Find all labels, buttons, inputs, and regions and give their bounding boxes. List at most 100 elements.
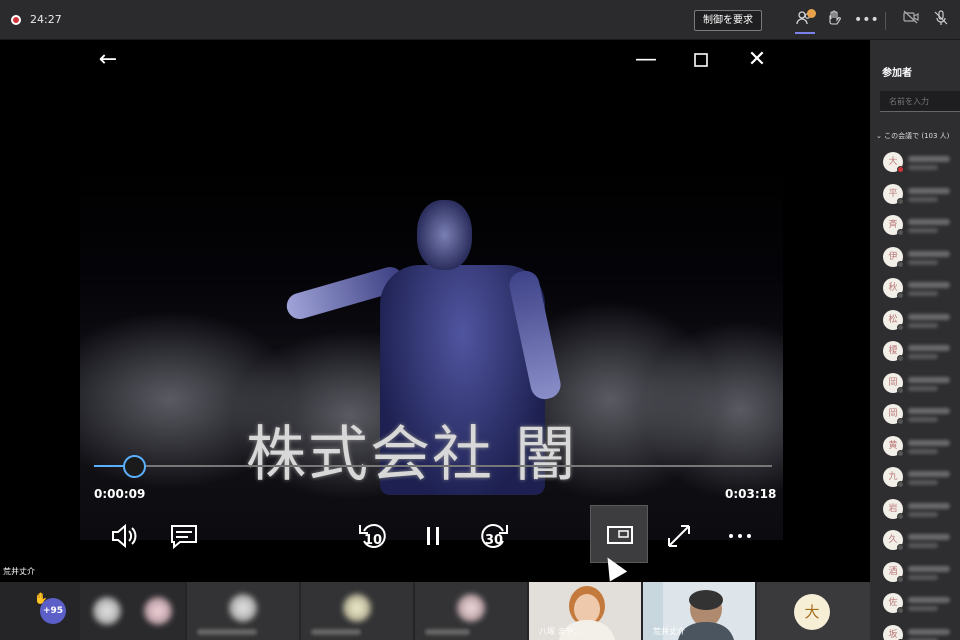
camera-off-icon[interactable] [900, 10, 922, 30]
subtitles-icon[interactable] [167, 519, 201, 553]
skip-forward-icon[interactable]: 30 [477, 519, 511, 553]
presence-status-icon [897, 323, 904, 331]
participant-list-item[interactable]: 岡 [870, 371, 960, 403]
participant-list-item[interactable]: 秋 [870, 276, 960, 308]
avatar: 坂 [883, 624, 903, 640]
presence-status-icon [897, 292, 904, 299]
video-caption: 株式会社 闇 [246, 420, 578, 490]
participant-list-item[interactable]: 酒 [870, 560, 960, 592]
volume-icon[interactable] [107, 519, 141, 553]
mic-off-icon[interactable] [930, 10, 952, 30]
meeting-participant-count[interactable]: ⌄ この会議で (103 人) [876, 131, 949, 141]
active-tab-indicator [795, 32, 815, 34]
presence-status-icon [897, 260, 904, 268]
participant-list-item[interactable]: 黄 [870, 434, 960, 466]
participant-name [908, 345, 950, 351]
presence-status-icon [897, 575, 904, 583]
presence-status-icon [897, 512, 904, 520]
presence-status-icon [897, 386, 904, 394]
participant-list-item[interactable]: 九 [870, 465, 960, 497]
meeting-top-bar: 24:27 制御を要求 ••• [0, 0, 960, 40]
presence-status-icon [897, 607, 904, 614]
more-options-icon[interactable] [723, 519, 757, 553]
close-icon[interactable]: ✕ [745, 49, 769, 71]
presenter-name: 荒井丈介 [3, 567, 35, 576]
seek-thumb[interactable] [123, 455, 146, 478]
participant-name [908, 187, 950, 194]
camera-tile[interactable]: 八塚 まや... [529, 582, 641, 640]
toolbar-divider [885, 12, 886, 30]
participant-name [197, 629, 257, 635]
presence-status-icon [897, 229, 904, 236]
presence-status-icon [897, 166, 904, 173]
mini-view-button[interactable] [590, 505, 648, 563]
participant-name [908, 250, 950, 257]
participant-role [908, 480, 938, 485]
participant-list-item[interactable]: 岩 [870, 497, 960, 529]
participant-list-item[interactable]: 久 [870, 528, 960, 560]
participant-list-item[interactable]: 坂 [870, 623, 960, 640]
presence-status-icon [897, 355, 904, 362]
participant-name: 八塚 まや... [539, 627, 582, 636]
participant-tile[interactable] [187, 582, 299, 640]
participant-role [908, 543, 938, 548]
participant-search-input[interactable] [880, 91, 960, 112]
participant-role [908, 417, 938, 422]
pause-icon[interactable] [416, 519, 450, 553]
seek-bar[interactable] [94, 465, 772, 467]
participant-role [908, 354, 938, 359]
participant-name [908, 439, 950, 446]
participant-role [908, 385, 938, 391]
avatar [93, 597, 121, 625]
avatar[interactable]: 大 [794, 594, 830, 630]
participant-name [908, 408, 950, 414]
participant-list-item[interactable]: 佐 [870, 591, 960, 623]
participant-tile[interactable] [301, 582, 413, 640]
participant-name [908, 502, 950, 509]
participant-role [908, 322, 938, 328]
avatar [229, 594, 257, 622]
minimize-icon[interactable]: — [634, 49, 658, 71]
more-icon[interactable]: ••• [854, 10, 879, 30]
participant-tile[interactable] [80, 582, 185, 640]
skip-forward-seconds: 30 [484, 533, 504, 548]
participant-tile[interactable] [415, 582, 527, 640]
participant-name [908, 313, 950, 320]
panel-title: 参加者 [882, 68, 912, 79]
back-arrow-icon[interactable]: ← [96, 49, 120, 71]
total-time: 0:03:18 [725, 487, 777, 501]
participant-list: 大平斉伊秋松榎岡岡黄九岩久酒佐坂 [870, 150, 960, 640]
participant-role [908, 291, 938, 296]
participant-name [908, 376, 950, 383]
more-participants-badge[interactable]: +95 [40, 598, 66, 624]
request-control-button[interactable]: 制御を要求 [694, 10, 762, 31]
participant-list-item[interactable]: 伊 [870, 245, 960, 277]
avatar [343, 594, 371, 622]
participant-name: 荒井丈介 [653, 627, 685, 636]
camera-tile[interactable]: 荒井丈介 [643, 582, 755, 640]
participant-name [908, 282, 950, 288]
maximize-icon[interactable] [689, 50, 713, 72]
participant-list-item[interactable]: 岡 [870, 402, 960, 434]
participant-name [908, 565, 950, 572]
participant-role [908, 228, 938, 233]
participant-role [908, 448, 938, 454]
raise-hand-icon[interactable] [823, 10, 845, 30]
skip-back-icon[interactable]: 10 [356, 519, 390, 553]
participant-list-item[interactable]: 大 [870, 150, 960, 182]
participant-role [908, 511, 938, 517]
participant-list-item[interactable]: 斉 [870, 213, 960, 245]
participant-list-item[interactable]: 松 [870, 308, 960, 340]
participant-role [908, 259, 938, 265]
notification-badge [807, 9, 816, 18]
participant-role [908, 196, 938, 202]
participant-list-item[interactable]: 平 [870, 182, 960, 214]
fullscreen-icon[interactable] [662, 519, 696, 553]
current-time: 0:00:09 [94, 487, 146, 501]
participants-panel: 参加者 ⌄ この会議で (103 人) 大平斉伊秋松榎岡岡黄九岩久酒佐坂 [870, 40, 960, 640]
participant-role [908, 165, 938, 170]
participant-list-item[interactable]: 榎 [870, 339, 960, 371]
record-icon [11, 15, 21, 25]
presence-status-icon [897, 544, 904, 551]
presence-status-icon [897, 197, 904, 205]
